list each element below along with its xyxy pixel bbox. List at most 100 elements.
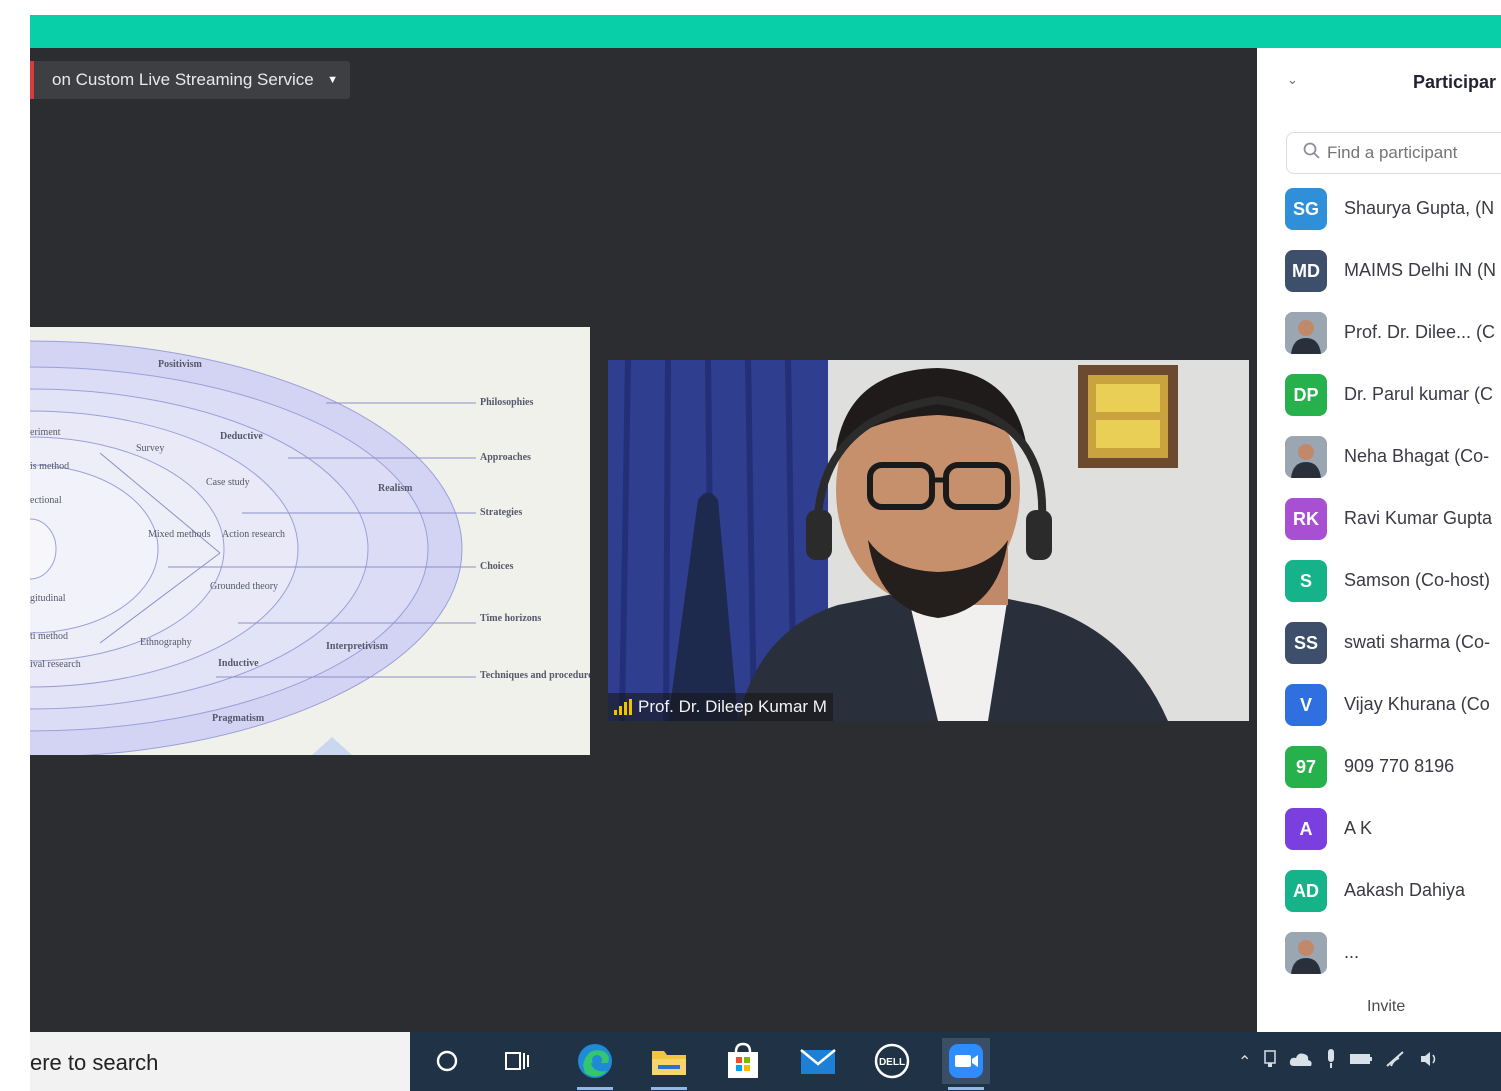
participant-initials-avatar: V (1285, 684, 1327, 726)
participant-name: MAIMS Delhi IN (N (1344, 260, 1497, 280)
onion-ring-label: Interpretivism (326, 641, 389, 652)
onion-layer-label: Philosophies (480, 397, 533, 408)
network-icon[interactable] (1263, 1049, 1277, 1074)
onion-layer-label: Choices (480, 561, 513, 572)
onion-strategy-label: Grounded theory (210, 581, 278, 592)
participant-initials-avatar: DP (1285, 374, 1327, 416)
participant-row[interactable]: 97 909 770 8196 (1257, 746, 1501, 808)
participant-row[interactable]: AD Aakash Dahiya (1257, 870, 1501, 932)
onion-edge-label: eriment (30, 427, 61, 438)
invite-button[interactable]: Invite (1367, 998, 1405, 1016)
cloud-icon[interactable] (1289, 1051, 1313, 1072)
onion-edge-label: gitudinal (30, 593, 66, 604)
mic-icon[interactable] (1325, 1048, 1337, 1075)
onion-ring-label: Positivism (158, 359, 203, 370)
task-view-icon[interactable] (493, 1038, 541, 1084)
taskbar-search-box[interactable]: ere to search (30, 1032, 410, 1091)
participant-list: SG Shaurya Gupta, (N MD MAIMS Delhi IN (N Pr… (1257, 188, 1501, 980)
participant-initials-avatar: SG (1285, 188, 1327, 230)
participant-name: Neha Bhagat (Co- (1344, 446, 1490, 466)
svg-text:DELL: DELL (879, 1057, 905, 1068)
participants-header: ⌄ Participar (1257, 48, 1501, 118)
participant-row[interactable]: ... (1257, 932, 1501, 980)
participant-row[interactable]: SG Shaurya Gupta, (N (1257, 188, 1501, 250)
participant-name: swati sharma (Co- (1344, 632, 1491, 652)
title-bar (30, 15, 1501, 48)
search-icon (1303, 142, 1321, 165)
cortana-icon[interactable] (423, 1038, 471, 1084)
connection-signal-icon (614, 699, 632, 715)
speaker-video-image (608, 360, 1249, 721)
zoom-icon[interactable] (942, 1038, 990, 1090)
participant-name: 909 770 8196 (1344, 756, 1455, 776)
battery-icon[interactable] (1349, 1052, 1373, 1071)
onion-strategy-label: Survey (136, 443, 164, 454)
participant-name: ... (1344, 942, 1360, 962)
volume-icon[interactable] (1419, 1050, 1441, 1073)
participant-row[interactable]: V Vijay Khurana (Co (1257, 684, 1501, 746)
participant-row[interactable]: RK Ravi Kumar Gupta (1257, 498, 1501, 560)
participant-search[interactable] (1286, 132, 1501, 174)
participant-initials-avatar: AD (1285, 870, 1327, 912)
onion-layer-label: Strategies (480, 507, 522, 518)
onion-ring-label: Pragmatism (212, 713, 265, 724)
participant-row[interactable]: AA K (1257, 808, 1501, 870)
participant-name: Prof. Dr. Dilee... (C (1344, 322, 1496, 342)
research-onion-diagram: Positivism Deductive Realism Interpretivism… (30, 340, 590, 755)
participant-name: Aakash Dahiya (1344, 880, 1466, 900)
participant-photo-avatar (1285, 436, 1327, 478)
wifi-icon[interactable] (1385, 1050, 1407, 1073)
onion-ring-label: Deductive (220, 431, 263, 442)
participant-photo-avatar (1285, 932, 1327, 974)
chevron-up-icon[interactable]: ⌃ (1238, 1052, 1251, 1072)
participant-photo-avatar (1285, 312, 1327, 354)
participant-row[interactable]: Neha Bhagat (Co- (1257, 436, 1501, 498)
participant-initials-avatar: SS (1285, 622, 1327, 664)
participant-row[interactable]: Prof. Dr. Dilee... (C (1257, 312, 1501, 374)
participant-search-input[interactable] (1327, 143, 1501, 163)
participant-initials-avatar: 97 (1285, 746, 1327, 788)
onion-strategy-label: Action research (222, 529, 285, 540)
participant-name: Samson (Co-host) (1344, 570, 1491, 590)
onion-strategy-label: Ethnography (140, 637, 192, 648)
onion-edge-label: ti method (30, 631, 68, 642)
onion-layer-label: Techniques and procedures (480, 670, 590, 681)
onion-edge-label: is method (30, 461, 69, 472)
dell-icon[interactable]: DELL (868, 1038, 916, 1084)
participant-initials-avatar: RK (1285, 498, 1327, 540)
participant-row[interactable]: S Samson (Co-host) (1257, 560, 1501, 622)
participant-row[interactable]: MD MAIMS Delhi IN (N (1257, 250, 1501, 312)
participant-name: Dr. Parul kumar (C (1344, 384, 1494, 404)
onion-layer-label: Approaches (480, 452, 531, 463)
onion-edge-label: ival research (30, 659, 81, 670)
file-explorer-icon[interactable] (645, 1038, 693, 1090)
live-streaming-menu[interactable]: on Custom Live Streaming Service ▼ (30, 61, 350, 99)
onion-ring-label: Inductive (218, 658, 259, 669)
onion-edge-label: ectional (30, 495, 62, 506)
participants-title: Participar (1413, 72, 1497, 92)
participant-name: Vijay Khurana (Co (1344, 694, 1490, 714)
system-tray: ⌃ (1238, 1032, 1441, 1091)
participant-initials-avatar: S (1285, 560, 1327, 602)
participant-row[interactable]: DP Dr. Parul kumar (C (1257, 374, 1501, 436)
participant-name: Ravi Kumar Gupta (1344, 508, 1493, 528)
shared-screen-slide: Positivism Deductive Realism Interpretivism… (30, 327, 590, 755)
taskbar-search-text: ere to search (30, 1050, 159, 1075)
edge-icon[interactable] (571, 1038, 619, 1090)
chevron-down-icon[interactable]: ⌄ (1287, 72, 1298, 88)
speaker-video-tile[interactable]: Prof. Dr. Dileep Kumar M (608, 360, 1249, 721)
onion-strategy-label: Mixed methods (148, 529, 211, 540)
onion-ring-label: Realism (378, 483, 413, 494)
onion-layer-label: Time horizons (480, 613, 541, 624)
mail-icon[interactable] (794, 1038, 842, 1084)
participant-initials-avatar: A (1285, 808, 1327, 850)
onion-strategy-label: Case study (206, 477, 250, 488)
participant-row[interactable]: SS swati sharma (Co- (1257, 622, 1501, 684)
zoom-window: on Custom Live Streaming Service ▼ Posit… (30, 15, 1501, 1091)
speaker-name: Prof. Dr. Dileep Kumar M (638, 697, 827, 716)
participant-name: A K (1344, 818, 1373, 838)
participant-name: Shaurya Gupta, (N (1344, 198, 1495, 218)
store-icon[interactable] (719, 1038, 767, 1084)
speaker-name-label: Prof. Dr. Dileep Kumar M (608, 693, 833, 721)
participant-initials-avatar: MD (1285, 250, 1327, 292)
